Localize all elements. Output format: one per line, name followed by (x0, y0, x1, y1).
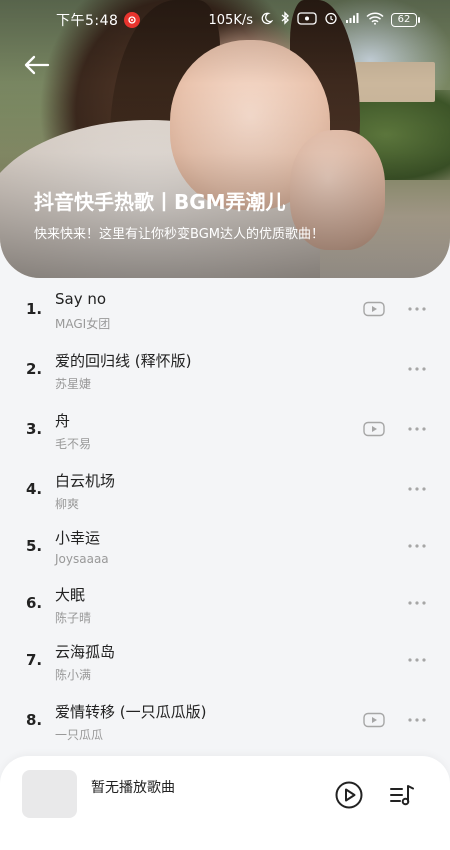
back-arrow-icon (24, 55, 50, 75)
status-left: 下午5:48 (56, 10, 141, 30)
song-row-4[interactable]: 4. 白云机场 柳爽 (0, 464, 450, 516)
mini-player-bar[interactable]: 暂无播放歌曲 (0, 756, 450, 850)
mv-video-icon[interactable] (363, 421, 385, 437)
song-row-2[interactable]: 2. 爱的回归线 (释怀版) 苏星婕 (0, 344, 450, 396)
hd-signal-icon (297, 11, 317, 29)
song-number: 5. (26, 537, 43, 555)
song-row-1[interactable]: 1. Say no MAGI女团 (0, 284, 450, 336)
playlist-title: 抖音快手热歌丨BGM弄潮儿 (34, 190, 286, 214)
status-time: 下午5:48 (56, 13, 119, 29)
song-artist: 陈子晴 (55, 611, 92, 625)
wifi-icon (366, 12, 384, 29)
netease-music-icon (124, 12, 141, 28)
play-button[interactable] (334, 780, 364, 810)
moon-icon (260, 12, 274, 29)
play-icon (335, 781, 363, 809)
status-bar: 下午5:48 105K/s 62 (0, 0, 450, 40)
more-icon[interactable] (406, 538, 428, 554)
song-title: 爱的回归线 (释怀版) (55, 352, 192, 370)
song-number: 1. (26, 300, 43, 318)
song-row-3[interactable]: 3. 舟 毛不易 (0, 404, 450, 456)
song-artist: 陈小满 (55, 668, 92, 682)
song-title: 小幸运 (55, 529, 101, 547)
song-artist: 毛不易 (55, 437, 92, 451)
playlist-subtitle: 快来快来！这里有让你秒变BGM达人的优质歌曲！ (34, 227, 324, 242)
album-art-placeholder[interactable] (22, 770, 77, 818)
song-title: 舟 (55, 412, 71, 430)
signal-icon (345, 12, 359, 28)
network-speed: 105K/s (208, 12, 254, 28)
back-button[interactable] (22, 52, 52, 78)
battery-icon: 62 (391, 13, 420, 27)
status-right: 105K/s 62 (208, 11, 420, 29)
more-icon[interactable] (406, 361, 428, 377)
mv-video-icon[interactable] (363, 712, 385, 728)
song-number: 2. (26, 360, 43, 378)
song-title: 白云机场 (55, 472, 116, 490)
more-icon[interactable] (406, 712, 428, 728)
song-number: 4. (26, 480, 43, 498)
song-row-7[interactable]: 7. 云海孤岛 陈小满 (0, 635, 450, 687)
bluetooth-icon (280, 11, 290, 29)
song-artist: 苏星婕 (55, 377, 92, 391)
song-row-6[interactable]: 6. 大眠 陈子晴 (0, 578, 450, 630)
mv-video-icon[interactable] (363, 301, 385, 317)
song-artist: 柳爽 (55, 497, 80, 511)
song-number: 6. (26, 594, 43, 612)
more-icon[interactable] (406, 301, 428, 317)
song-number: 7. (26, 651, 43, 669)
playlist-button[interactable] (388, 781, 416, 809)
song-title: Say no (55, 290, 107, 308)
song-number: 8. (26, 711, 43, 729)
alarm-icon (324, 11, 338, 29)
more-icon[interactable] (406, 652, 428, 668)
battery-tip (418, 17, 420, 23)
song-number: 3. (26, 420, 43, 438)
playlist-icon (390, 785, 414, 806)
song-title: 爱情转移 (一只瓜瓜版) (55, 703, 207, 721)
more-icon[interactable] (406, 481, 428, 497)
now-playing-text: 暂无播放歌曲 (91, 780, 175, 796)
song-row-8[interactable]: 8. 爱情转移 (一只瓜瓜版) 一只瓜瓜 (0, 695, 450, 747)
song-artist: 一只瓜瓜 (55, 728, 104, 742)
more-icon[interactable] (406, 421, 428, 437)
song-row-5[interactable]: 5. 小幸运 Joysaaaa (0, 521, 450, 573)
more-icon[interactable] (406, 595, 428, 611)
song-artist: MAGI女团 (55, 317, 111, 331)
song-artist: Joysaaaa (55, 552, 109, 566)
song-title: 云海孤岛 (55, 643, 116, 661)
battery-level: 62 (391, 13, 417, 27)
song-title: 大眠 (55, 586, 86, 604)
